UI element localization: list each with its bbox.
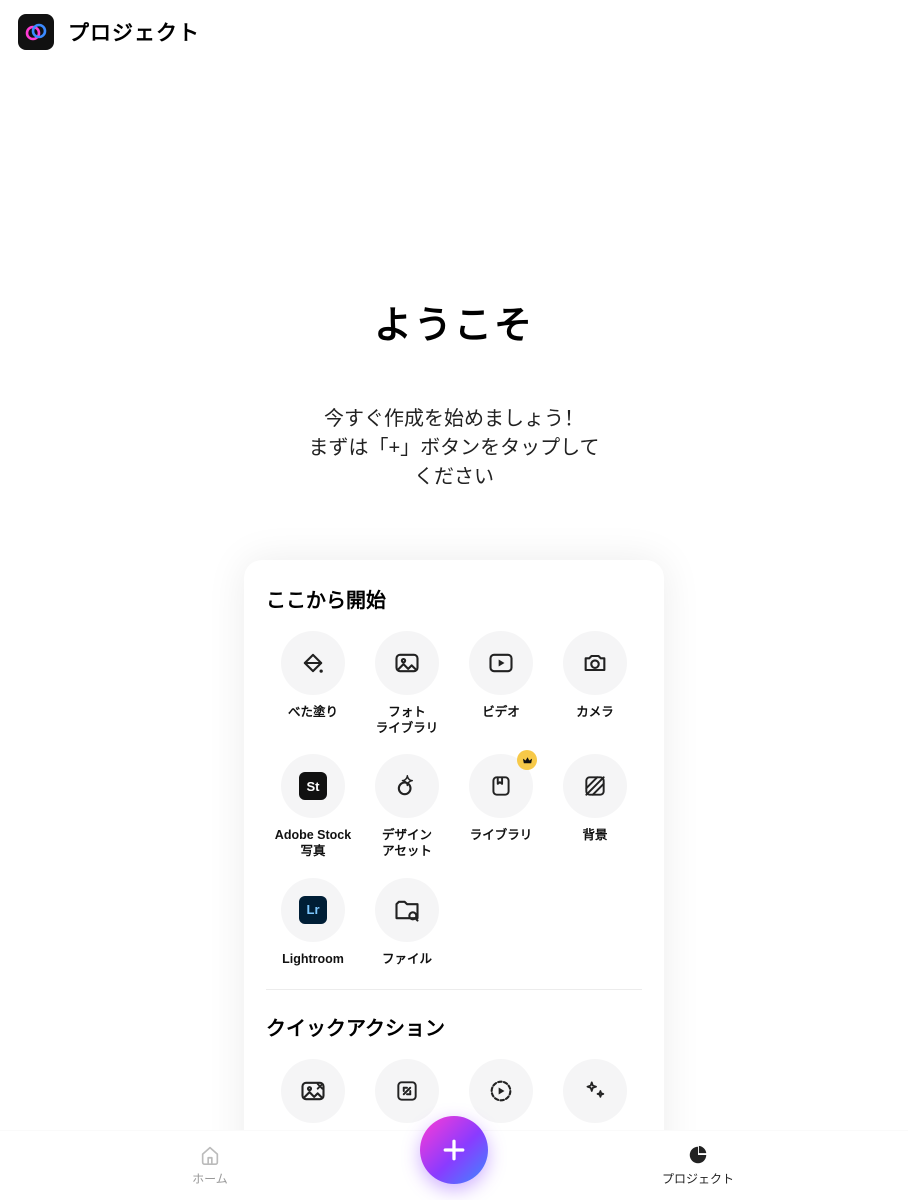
tile-label: 背景 xyxy=(582,828,607,844)
tile-file[interactable]: ファイル xyxy=(360,874,454,976)
remove-bg-icon xyxy=(281,1059,345,1123)
background-icon xyxy=(563,754,627,818)
nav-home[interactable]: ホーム xyxy=(0,1144,420,1187)
tile-label: Adobe Stock 写真 xyxy=(275,828,351,859)
library-icon xyxy=(469,754,533,818)
tile-video[interactable]: ビデオ xyxy=(454,627,548,744)
tile-label: ライブラリ xyxy=(470,828,533,844)
tile-label: ビデオ xyxy=(482,705,520,721)
home-icon xyxy=(199,1144,221,1166)
video-icon xyxy=(469,631,533,695)
tile-lightroom[interactable]: Lr Lightroom xyxy=(266,874,360,976)
bottom-nav: ホーム プロジェクト xyxy=(0,1130,908,1200)
tile-background[interactable]: 背景 xyxy=(548,750,642,867)
nav-home-label: ホーム xyxy=(192,1170,228,1187)
tile-design-assets[interactable]: デザイン アセット xyxy=(360,750,454,867)
camera-icon xyxy=(563,631,627,695)
header: プロジェクト xyxy=(0,0,908,64)
tile-label: フォト ライブラリ xyxy=(376,705,439,736)
resize-icon xyxy=(375,1059,439,1123)
lightroom-icon: Lr xyxy=(281,878,345,942)
page-title: プロジェクト xyxy=(68,17,200,47)
start-here-heading: ここから開始 xyxy=(266,584,642,613)
tile-label: Lightroom xyxy=(282,952,344,968)
start-grid: べた塗り フォト ライブラリ ビデオ xyxy=(266,627,642,975)
welcome-subtitle: 今すぐ作成を始めましょう！ まずは「+」ボタンをタップして ください xyxy=(0,405,908,492)
tile-label: デザイン アセット xyxy=(382,828,432,859)
quick-actions-heading: クイックアクション xyxy=(266,1012,642,1041)
tile-solid-color[interactable]: べた塗り xyxy=(266,627,360,744)
sparkle-icon xyxy=(563,1059,627,1123)
tile-photo-library[interactable]: フォト ライブラリ xyxy=(360,627,454,744)
welcome-title: ようこそ xyxy=(0,294,908,349)
plus-icon xyxy=(439,1135,469,1165)
nav-add-button[interactable] xyxy=(420,1116,488,1184)
tile-library[interactable]: ライブラリ xyxy=(454,750,548,867)
paint-bucket-icon xyxy=(281,631,345,695)
design-assets-icon xyxy=(375,754,439,818)
tile-camera[interactable]: カメラ xyxy=(548,627,642,744)
tile-adobe-stock[interactable]: St Adobe Stock 写真 xyxy=(266,750,360,867)
file-icon xyxy=(375,878,439,942)
gif-icon xyxy=(469,1059,533,1123)
nav-projects[interactable]: プロジェクト xyxy=(488,1144,908,1187)
divider xyxy=(266,989,642,990)
tile-label: ファイル xyxy=(382,952,432,968)
start-panel: ここから開始 べた塗り フォト ライブラリ xyxy=(244,560,664,1188)
app-logo-icon xyxy=(18,14,54,50)
nav-projects-label: プロジェクト xyxy=(662,1170,734,1187)
projects-icon xyxy=(687,1144,709,1166)
premium-badge-icon xyxy=(517,750,537,770)
stock-icon: St xyxy=(281,754,345,818)
photo-icon xyxy=(375,631,439,695)
tile-label: べた塗り xyxy=(288,705,338,721)
welcome-block: ようこそ 今すぐ作成を始めましょう！ まずは「+」ボタンをタップして ください xyxy=(0,294,908,492)
tile-label: カメラ xyxy=(576,705,614,721)
